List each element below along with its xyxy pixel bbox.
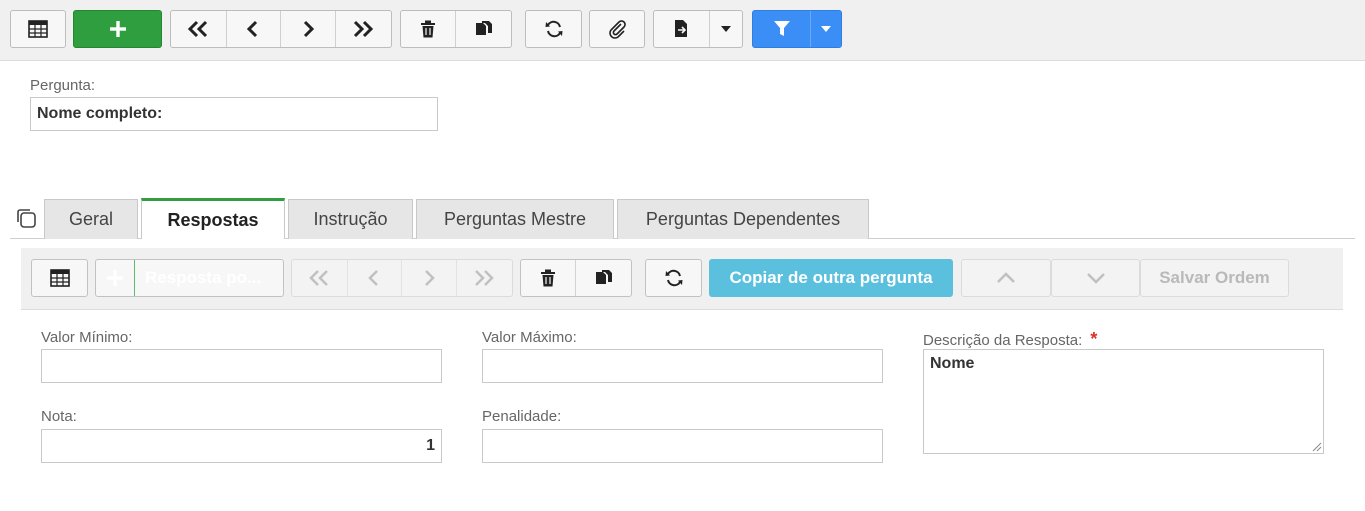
description-label: Descrição da Resposta: * bbox=[923, 329, 1097, 350]
chevron-left-icon bbox=[367, 269, 381, 287]
previous-answer-button[interactable] bbox=[348, 260, 402, 296]
export-group bbox=[653, 10, 743, 48]
score-text: 1 bbox=[426, 437, 435, 454]
min-value-label: Valor Mínimo: bbox=[41, 329, 133, 346]
caret-down-icon bbox=[821, 26, 831, 32]
penalty-input[interactable] bbox=[482, 429, 883, 463]
refresh-icon bbox=[664, 268, 684, 288]
previous-record-button[interactable] bbox=[227, 11, 281, 47]
caret-down-icon bbox=[721, 26, 731, 32]
save-order-button[interactable]: Salvar Ordem bbox=[1140, 259, 1289, 297]
plus-icon bbox=[106, 269, 124, 287]
score-label: Nota: bbox=[41, 408, 77, 425]
table-icon bbox=[49, 269, 70, 287]
chevron-right-icon bbox=[422, 269, 436, 287]
tab-label: Instrução bbox=[313, 209, 388, 229]
max-value-input[interactable] bbox=[482, 349, 883, 383]
export-dropdown-button[interactable] bbox=[710, 11, 742, 47]
copy-icon bbox=[475, 20, 493, 38]
tab-label: Geral bbox=[68, 209, 113, 229]
divider bbox=[134, 260, 135, 296]
copy-from-question-button[interactable]: Copiar de outra pergunta bbox=[709, 259, 953, 297]
answers-edit-group bbox=[520, 259, 632, 297]
score-input[interactable]: 1 bbox=[41, 429, 442, 463]
tab-label: Perguntas Mestre bbox=[443, 209, 587, 229]
plus-icon bbox=[109, 20, 127, 38]
answers-navigation-group bbox=[291, 259, 513, 297]
file-export-icon bbox=[673, 19, 691, 39]
main-toolbar bbox=[0, 0, 1365, 61]
description-textarea[interactable]: Nome bbox=[923, 349, 1324, 454]
next-answer-button[interactable] bbox=[402, 260, 457, 296]
delete-answer-button[interactable] bbox=[521, 260, 577, 296]
question-field[interactable]: Nome completo: bbox=[30, 97, 438, 131]
filter-dropdown-button[interactable] bbox=[811, 11, 841, 47]
first-answer-button[interactable] bbox=[292, 260, 348, 296]
delete-button[interactable] bbox=[401, 11, 457, 47]
question-label: Pergunta: bbox=[30, 77, 96, 94]
description-label-text: Descrição da Resposta: bbox=[923, 332, 1083, 349]
last-answer-button[interactable] bbox=[457, 260, 512, 296]
refresh-icon bbox=[544, 19, 564, 39]
table-icon bbox=[28, 20, 48, 38]
copy-answer-button[interactable] bbox=[576, 260, 631, 296]
double-chevron-right-icon bbox=[473, 269, 495, 287]
add-answer-label: Resposta po... bbox=[145, 268, 262, 287]
required-mark: * bbox=[1090, 329, 1098, 349]
navigation-group bbox=[170, 10, 392, 48]
chevron-right-icon bbox=[301, 20, 315, 38]
tab-instrucao[interactable]: Instrução bbox=[288, 199, 413, 239]
answers-grid-button[interactable] bbox=[31, 259, 88, 297]
description-text: Nome bbox=[930, 355, 975, 372]
grid-view-button[interactable] bbox=[10, 10, 66, 48]
chevron-left-icon bbox=[246, 20, 260, 38]
attachment-button[interactable] bbox=[589, 10, 645, 48]
filter-group bbox=[752, 10, 842, 48]
filter-button[interactable] bbox=[753, 11, 811, 47]
copy-button[interactable] bbox=[456, 11, 511, 47]
paperclip-icon bbox=[607, 19, 627, 39]
export-button[interactable] bbox=[654, 11, 710, 47]
refresh-button[interactable] bbox=[525, 10, 582, 48]
tab-perguntas-dependentes[interactable]: Perguntas Dependentes bbox=[617, 199, 869, 239]
tab-label: Perguntas Dependentes bbox=[645, 209, 841, 229]
first-record-button[interactable] bbox=[171, 11, 227, 47]
question-value: Nome completo: bbox=[37, 105, 163, 122]
double-chevron-left-icon bbox=[187, 20, 209, 38]
double-chevron-left-icon bbox=[308, 269, 330, 287]
max-value-label: Valor Máximo: bbox=[482, 329, 577, 346]
min-value-input[interactable] bbox=[41, 349, 442, 383]
copy-tabs-icon[interactable] bbox=[15, 207, 37, 229]
answers-toolbar: Resposta po... Copiar de outra pergunta … bbox=[21, 248, 1343, 310]
resize-handle-icon[interactable] bbox=[1310, 440, 1322, 452]
add-button[interactable] bbox=[73, 10, 162, 48]
filter-icon bbox=[773, 20, 791, 38]
move-up-button[interactable] bbox=[961, 259, 1051, 297]
copy-icon bbox=[595, 269, 613, 287]
last-record-button[interactable] bbox=[336, 11, 391, 47]
trash-icon bbox=[540, 269, 556, 287]
tab-respostas[interactable]: Respostas bbox=[141, 198, 285, 239]
chevron-up-icon bbox=[996, 272, 1016, 284]
save-order-label: Salvar Ordem bbox=[1159, 268, 1270, 287]
chevron-down-icon bbox=[1086, 272, 1106, 284]
penalty-label: Penalidade: bbox=[482, 408, 562, 425]
double-chevron-right-icon bbox=[352, 20, 374, 38]
trash-icon bbox=[420, 20, 436, 38]
move-down-button[interactable] bbox=[1051, 259, 1140, 297]
tab-geral[interactable]: Geral bbox=[44, 199, 138, 239]
tab-label: Respostas bbox=[167, 209, 259, 230]
refresh-answers-button[interactable] bbox=[645, 259, 702, 297]
edit-group bbox=[400, 10, 512, 48]
add-answer-button[interactable]: Resposta po... bbox=[95, 259, 284, 297]
copy-from-question-label: Copiar de outra pergunta bbox=[729, 268, 933, 287]
next-record-button[interactable] bbox=[281, 11, 336, 47]
tab-perguntas-mestre[interactable]: Perguntas Mestre bbox=[416, 199, 614, 239]
